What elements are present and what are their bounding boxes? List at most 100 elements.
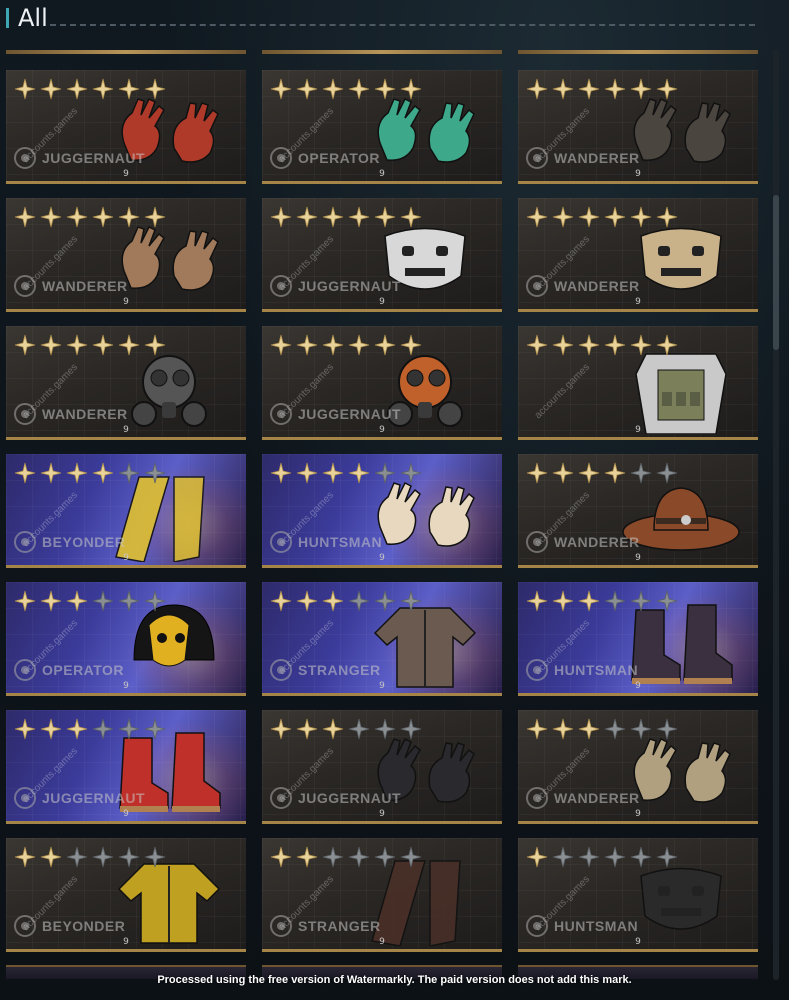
item-card[interactable]: WANDERER 9 accounts.games xyxy=(518,70,758,184)
star-empty-icon xyxy=(92,846,114,868)
star-empty-icon xyxy=(578,846,600,868)
item-card[interactable]: JUGGERNAUT 9 accounts.games xyxy=(262,326,502,440)
star-filled-icon xyxy=(66,718,88,740)
star-filled-icon xyxy=(526,206,548,228)
scrollbar-thumb[interactable] xyxy=(773,195,779,350)
star-filled-icon xyxy=(526,846,548,868)
star-filled-icon xyxy=(270,334,292,356)
rarity-stars xyxy=(270,590,422,612)
inventory-page: All JUGGERNAUT 9 accounts.games OPERATOR 9 a… xyxy=(0,0,789,1000)
star-filled-icon xyxy=(630,334,652,356)
rarity-stars xyxy=(270,846,422,868)
star-empty-icon xyxy=(400,846,422,868)
item-card[interactable]: OPERATOR 9 accounts.games xyxy=(262,70,502,184)
star-empty-icon xyxy=(400,590,422,612)
item-card[interactable]: 9 accounts.games xyxy=(518,326,758,440)
star-empty-icon xyxy=(400,462,422,484)
star-filled-icon xyxy=(374,334,396,356)
star-empty-icon xyxy=(118,462,140,484)
header-divider xyxy=(50,24,755,26)
rarity-stars xyxy=(526,590,678,612)
item-card[interactable]: WANDERER 9 accounts.games xyxy=(6,326,246,440)
item-card[interactable]: JUGGERNAUT 9 accounts.games xyxy=(6,70,246,184)
star-empty-icon xyxy=(118,718,140,740)
item-level: 9 xyxy=(379,809,385,819)
rarity-stars xyxy=(270,334,422,356)
item-card[interactable]: HUNTSMAN 9 accounts.games xyxy=(518,838,758,952)
item-card[interactable]: JUGGERNAUT 9 accounts.games xyxy=(6,710,246,824)
item-level: 9 xyxy=(123,169,129,179)
item-card[interactable]: HUNTSMAN 9 accounts.games xyxy=(262,454,502,568)
star-filled-icon xyxy=(270,462,292,484)
star-filled-icon xyxy=(270,590,292,612)
star-empty-icon xyxy=(348,718,370,740)
star-filled-icon xyxy=(296,718,318,740)
star-filled-icon xyxy=(322,206,344,228)
faction-name: WANDERER xyxy=(42,278,128,294)
partial-card-top-1[interactable] xyxy=(6,50,246,54)
star-filled-icon xyxy=(604,334,626,356)
rarity-stars xyxy=(270,206,422,228)
item-level: 9 xyxy=(123,553,129,563)
item-card[interactable]: JUGGERNAUT 9 accounts.games xyxy=(262,710,502,824)
star-filled-icon xyxy=(552,206,574,228)
item-level: 9 xyxy=(635,169,641,179)
item-card[interactable]: STRANGER 9 accounts.games xyxy=(262,582,502,696)
item-card[interactable]: BEYONDER 9 accounts.games xyxy=(6,838,246,952)
star-filled-icon xyxy=(604,462,626,484)
star-filled-icon xyxy=(348,78,370,100)
item-level: 9 xyxy=(635,809,641,819)
faction-name: STRANGER xyxy=(298,662,381,678)
item-card[interactable]: JUGGERNAUT 9 accounts.games xyxy=(262,198,502,312)
faction-name: STRANGER xyxy=(298,918,381,934)
rarity-stars xyxy=(14,718,166,740)
rarity-stars xyxy=(526,334,678,356)
star-filled-icon xyxy=(296,590,318,612)
star-filled-icon xyxy=(40,718,62,740)
star-empty-icon xyxy=(374,846,396,868)
star-empty-icon xyxy=(322,846,344,868)
item-card[interactable]: WANDERER 9 accounts.games xyxy=(518,710,758,824)
star-filled-icon xyxy=(322,718,344,740)
star-filled-icon xyxy=(14,590,36,612)
partial-card-top-2[interactable] xyxy=(262,50,502,54)
star-filled-icon xyxy=(14,206,36,228)
star-filled-icon xyxy=(40,334,62,356)
star-filled-icon xyxy=(400,334,422,356)
star-filled-icon xyxy=(40,462,62,484)
star-empty-icon xyxy=(604,718,626,740)
faction-name: JUGGERNAUT xyxy=(42,150,146,166)
item-card[interactable]: OPERATOR 9 accounts.games xyxy=(6,582,246,696)
star-filled-icon xyxy=(400,78,422,100)
star-empty-icon xyxy=(656,590,678,612)
star-filled-icon xyxy=(118,206,140,228)
star-empty-icon xyxy=(630,590,652,612)
partial-card-top-3[interactable] xyxy=(518,50,758,54)
item-card[interactable]: WANDERER 9 accounts.games xyxy=(518,454,758,568)
item-card[interactable]: HUNTSMAN 9 accounts.games xyxy=(518,582,758,696)
item-card[interactable]: WANDERER 9 accounts.games xyxy=(518,198,758,312)
star-filled-icon xyxy=(14,334,36,356)
star-empty-icon xyxy=(92,590,114,612)
faction-name: HUNTSMAN xyxy=(554,662,639,678)
section-header: All xyxy=(0,0,789,40)
item-card[interactable]: BEYONDER 9 accounts.games xyxy=(6,454,246,568)
star-empty-icon xyxy=(66,846,88,868)
section-title: All xyxy=(18,4,48,32)
faction-name: JUGGERNAUT xyxy=(298,278,402,294)
scrollbar[interactable] xyxy=(773,50,779,980)
star-filled-icon xyxy=(400,206,422,228)
faction-name: BEYONDER xyxy=(42,918,126,934)
star-filled-icon xyxy=(296,206,318,228)
star-filled-icon xyxy=(296,846,318,868)
star-empty-icon xyxy=(400,718,422,740)
item-level: 9 xyxy=(379,297,385,307)
star-filled-icon xyxy=(92,462,114,484)
star-filled-icon xyxy=(92,206,114,228)
item-card[interactable]: WANDERER 9 accounts.games xyxy=(6,198,246,312)
item-card[interactable]: STRANGER 9 accounts.games xyxy=(262,838,502,952)
star-filled-icon xyxy=(348,334,370,356)
item-level: 9 xyxy=(635,425,641,435)
star-filled-icon xyxy=(348,462,370,484)
faction-name: WANDERER xyxy=(554,534,640,550)
